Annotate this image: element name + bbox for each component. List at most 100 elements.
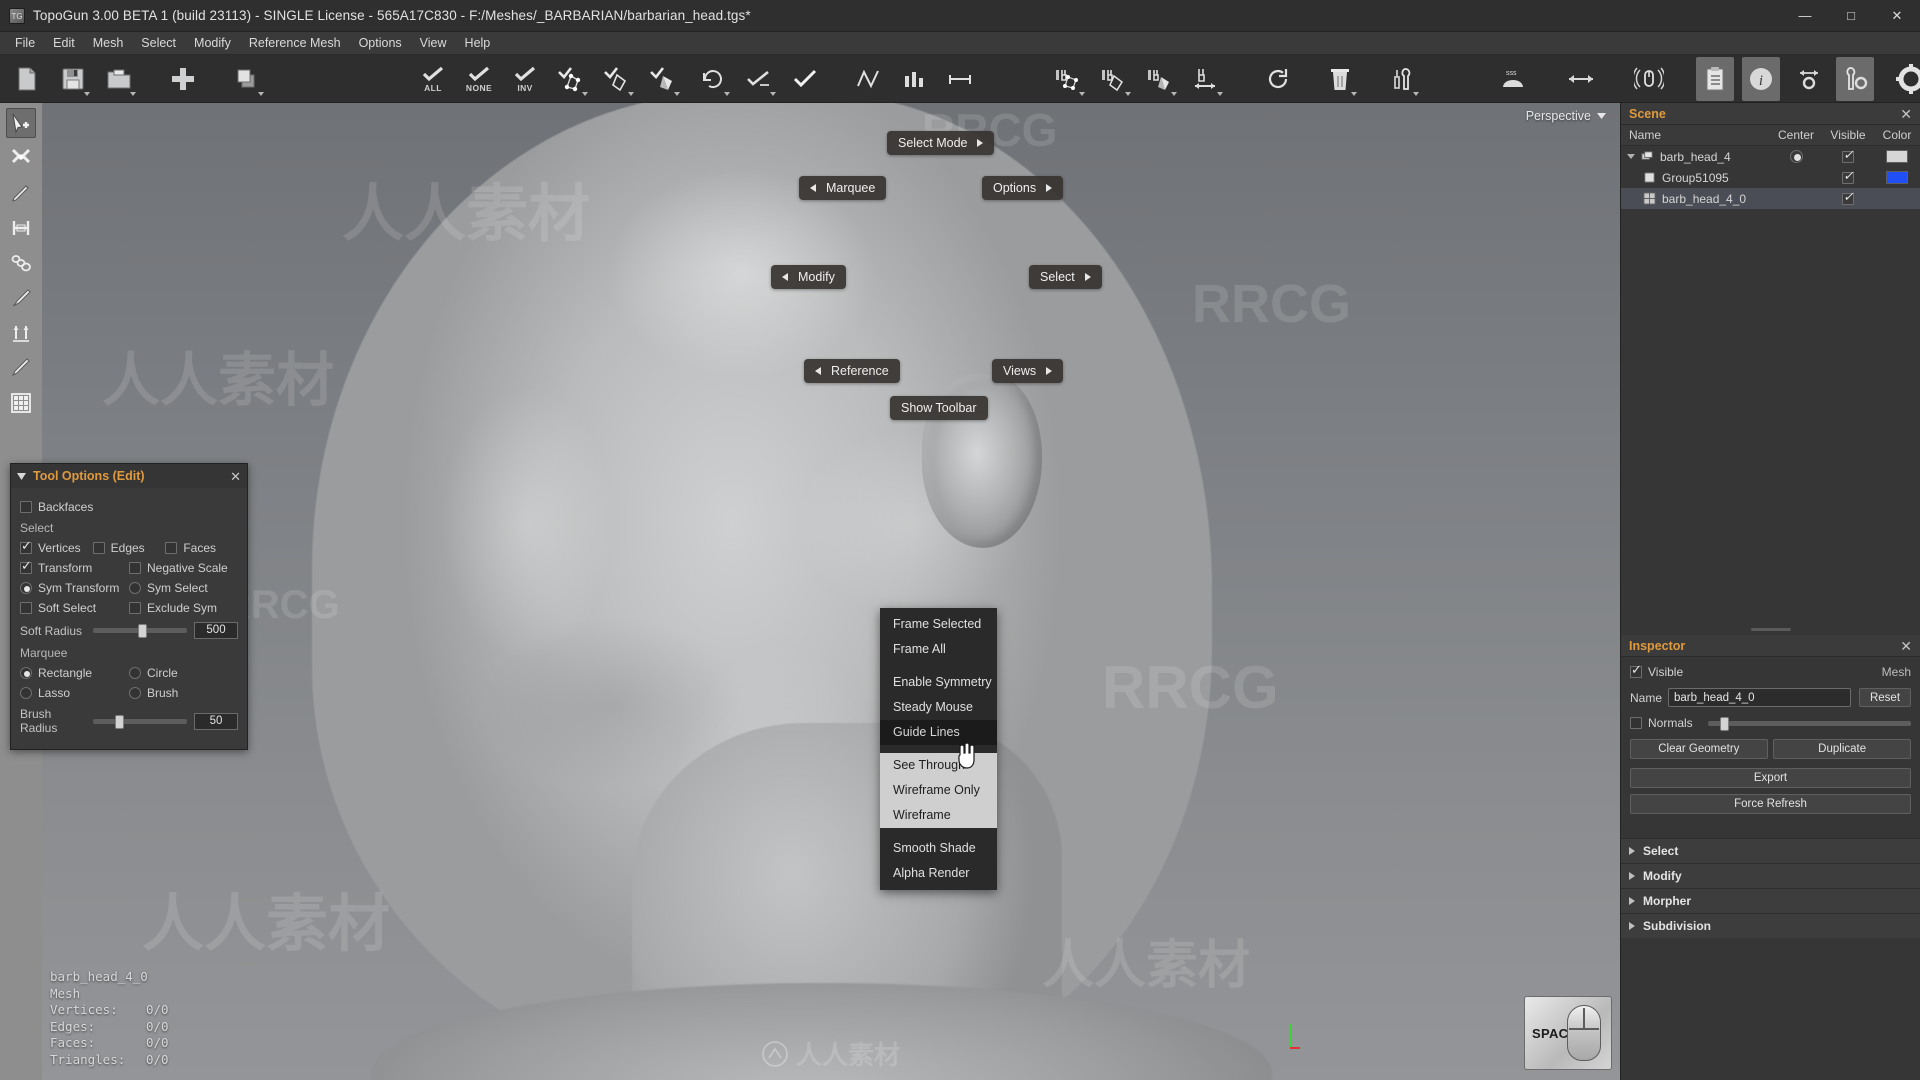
clear-geometry-button[interactable]: Clear Geometry: [1630, 739, 1768, 759]
tool-draw[interactable]: [6, 178, 36, 208]
expand-triangle-icon[interactable]: [1627, 154, 1635, 159]
select-none-button[interactable]: NONE: [460, 57, 498, 101]
section-modify[interactable]: Modify: [1621, 863, 1920, 888]
info-icon[interactable]: i: [1742, 57, 1780, 101]
ctx-frame-selected[interactable]: Frame Selected: [880, 612, 997, 637]
inspector-visible-checkbox[interactable]: Visible: [1630, 663, 1683, 679]
brush-radius-slider[interactable]: [93, 714, 187, 729]
scene-row-color-cell[interactable]: [1874, 171, 1920, 184]
section-select[interactable]: Select: [1621, 838, 1920, 863]
faces-checkbox[interactable]: Faces: [165, 541, 238, 555]
modify-transform-icon[interactable]: [1187, 57, 1225, 101]
tool-brush[interactable]: [6, 283, 36, 313]
maximize-button[interactable]: □: [1828, 0, 1874, 32]
select-loop-icon[interactable]: [786, 57, 824, 101]
select-vertices-icon[interactable]: [552, 57, 590, 101]
modify-faces-icon[interactable]: [1141, 57, 1179, 101]
ctx-guide-lines[interactable]: Guide Lines: [880, 720, 997, 745]
tool-settings-icon[interactable]: [1836, 57, 1874, 101]
tool-grid[interactable]: [6, 388, 36, 418]
table-row[interactable]: Group51095: [1621, 167, 1920, 188]
inspector-normals-slider[interactable]: [1708, 716, 1911, 731]
menu-modify[interactable]: Modify: [185, 33, 240, 53]
tool-move[interactable]: [6, 143, 36, 173]
scene-row-visible-cell[interactable]: [1822, 169, 1874, 184]
ctx-enable-symmetry[interactable]: Enable Symmetry: [880, 670, 997, 695]
space-navigation-widget[interactable]: SPACE: [1524, 996, 1612, 1070]
bridge-icon[interactable]: [941, 57, 979, 101]
new-file-icon[interactable]: [8, 57, 46, 101]
soft-radius-value[interactable]: 500: [194, 622, 238, 639]
scene-row-visible-cell[interactable]: [1822, 148, 1874, 163]
exclude-sym-checkbox[interactable]: Exclude Sym: [129, 601, 238, 615]
mouse-navigation-icon[interactable]: [1630, 57, 1668, 101]
inspector-normals-checkbox[interactable]: Normals: [1630, 716, 1708, 730]
ctx-steady-mouse[interactable]: Steady Mouse: [880, 695, 997, 720]
edge-loop-icon[interactable]: [849, 57, 887, 101]
preferences-gear-icon[interactable]: [1892, 57, 1920, 101]
ctx-frame-all[interactable]: Frame All: [880, 637, 997, 662]
table-row[interactable]: barb_head_4: [1621, 146, 1920, 167]
open-folder-icon[interactable]: [100, 57, 138, 101]
brush-radius-value[interactable]: 50: [194, 712, 238, 730]
delete-icon[interactable]: [1321, 57, 1359, 101]
subdivision-icon[interactable]: sss: [1494, 57, 1532, 101]
transform-checkbox[interactable]: Transform: [20, 559, 129, 575]
viewport-3d[interactable]: RRCG RRCG 人人素材 人人素材 RRCG 人人素材 人人素材 RRCG …: [42, 103, 1620, 1080]
menu-reference-mesh[interactable]: Reference Mesh: [240, 33, 350, 53]
section-subdivision[interactable]: Subdivision: [1621, 913, 1920, 938]
clipboard-icon[interactable]: [1696, 57, 1734, 101]
add-icon[interactable]: [164, 57, 202, 101]
refresh-icon[interactable]: [1259, 57, 1297, 101]
scene-row-color-cell[interactable]: [1874, 150, 1920, 163]
select-faces-icon[interactable]: [644, 57, 682, 101]
vertices-checkbox[interactable]: Vertices: [20, 539, 93, 555]
inspector-panel-close-icon[interactable]: ✕: [1900, 639, 1912, 653]
dock-splitter[interactable]: [1621, 623, 1920, 635]
transform-settings-icon[interactable]: [1790, 57, 1828, 101]
brush-radius-slider-knob[interactable]: [114, 714, 124, 729]
soft-radius-slider-knob[interactable]: [138, 624, 148, 638]
save-file-icon[interactable]: [54, 57, 92, 101]
symmetry-axis-icon[interactable]: [1562, 57, 1600, 101]
tool-select[interactable]: [6, 108, 36, 138]
menu-edit[interactable]: Edit: [44, 33, 84, 53]
tool-extrude[interactable]: [6, 318, 36, 348]
menu-view[interactable]: View: [411, 33, 456, 53]
ctx-smooth-shade[interactable]: Smooth Shade: [880, 836, 997, 861]
tool-tubes[interactable]: [6, 248, 36, 278]
tool-knife[interactable]: [6, 353, 36, 383]
inspector-reset-button[interactable]: Reset: [1859, 688, 1911, 707]
modify-vertices-icon[interactable]: [1049, 57, 1087, 101]
tool-options-close-icon[interactable]: ✕: [230, 470, 241, 483]
grow-selection-icon[interactable]: [694, 57, 732, 101]
edge-ring-icon[interactable]: [895, 57, 933, 101]
ctx-wireframe-only[interactable]: Wireframe Only: [880, 778, 997, 803]
pill-modify[interactable]: Modify: [771, 265, 846, 289]
negative-scale-checkbox[interactable]: Negative Scale: [129, 561, 238, 575]
section-morpher[interactable]: Morpher: [1621, 888, 1920, 913]
sym-transform-radio[interactable]: Sym Transform: [20, 581, 129, 595]
ctx-see-through[interactable]: See Through: [880, 753, 997, 778]
select-all-button[interactable]: ALL: [414, 57, 452, 101]
duplicate-button[interactable]: Duplicate: [1773, 739, 1911, 759]
edges-checkbox[interactable]: Edges: [92, 541, 166, 555]
collapse-triangle-icon[interactable]: [17, 472, 26, 480]
pill-options[interactable]: Options: [982, 176, 1064, 200]
soft-select-checkbox[interactable]: Soft Select: [20, 601, 129, 615]
marquee-lasso-radio[interactable]: Lasso: [20, 686, 129, 700]
tool-bridge[interactable]: [6, 213, 36, 243]
select-invert-button[interactable]: INV: [506, 57, 544, 101]
pill-marquee[interactable]: Marquee: [799, 176, 887, 200]
pill-reference[interactable]: Reference: [804, 359, 900, 383]
marquee-rectangle-radio[interactable]: Rectangle: [20, 666, 129, 680]
shrink-selection-icon[interactable]: [740, 57, 778, 101]
menu-help[interactable]: Help: [456, 33, 500, 53]
scene-panel-close-icon[interactable]: ✕: [1900, 107, 1912, 121]
backfaces-checkbox[interactable]: Backfaces: [20, 500, 93, 514]
inspector-normals-slider-knob[interactable]: [1720, 716, 1730, 731]
pill-views[interactable]: Views: [992, 359, 1064, 383]
inspector-name-input[interactable]: [1668, 688, 1851, 707]
force-refresh-button[interactable]: Force Refresh: [1630, 794, 1911, 814]
close-button[interactable]: ✕: [1874, 0, 1920, 32]
